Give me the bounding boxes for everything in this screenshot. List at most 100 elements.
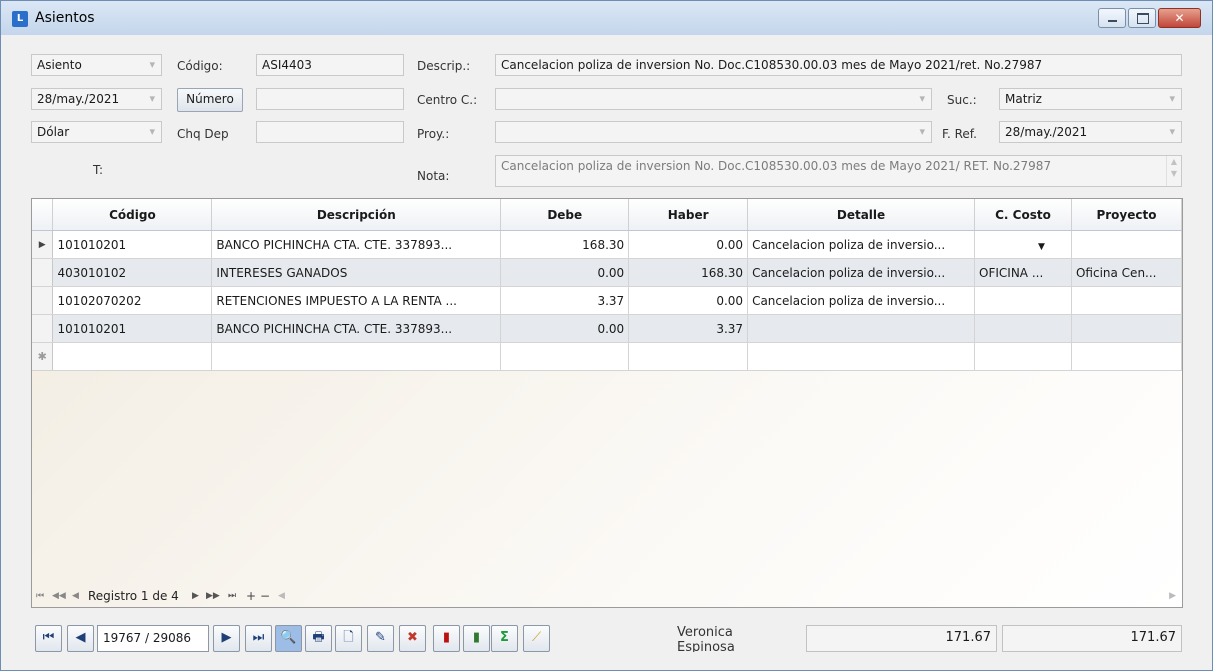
row-indicator [32, 314, 54, 343]
cell-codigo[interactable]: 403010102 [52, 258, 213, 287]
cell-descripcion[interactable]: BANCO PICHINCHA CTA. CTE. 337893... [211, 230, 502, 259]
new-cell[interactable] [1071, 342, 1182, 371]
cell-costo[interactable]: OFICINA ... [974, 258, 1072, 287]
cell-debe[interactable]: 0.00 [500, 314, 630, 343]
cell-haber[interactable]: 168.30 [628, 258, 749, 287]
col-header-descripcion[interactable]: Descripción [211, 199, 502, 231]
entries-table: Código Descripción Debe Haber Detalle C.… [32, 199, 1182, 371]
delete-icon[interactable]: ✖ [399, 625, 426, 652]
nav-next-icon[interactable]: ▶ [192, 585, 199, 607]
cell-detalle[interactable]: Cancelacion poliza de inversio... [747, 230, 976, 259]
currency-select[interactable]: Dólar [31, 121, 162, 143]
last-record-button[interactable]: ⏭ [245, 625, 272, 652]
table-row[interactable]: 403010102 INTERESES GANADOS 0.00 168.30 … [32, 258, 1182, 287]
entry-type-select[interactable]: Asiento [31, 54, 162, 76]
hscroll-left-icon[interactable]: ◀ [278, 585, 285, 607]
new-cell[interactable] [974, 342, 1072, 371]
nota-textarea[interactable]: Cancelacion poliza de inversion No. Doc.… [495, 155, 1182, 187]
total-debe: 171.67 [806, 625, 997, 652]
cell-descripcion[interactable]: RETENCIONES IMPUESTO A LA RENTA ... [211, 286, 502, 315]
cell-debe[interactable]: 168.30 [500, 230, 630, 259]
cell-detalle[interactable] [747, 314, 976, 343]
new-cell[interactable] [52, 342, 213, 371]
fref-select[interactable]: 28/may./2021 [999, 121, 1182, 143]
nav-last-icon[interactable]: ⏭ [228, 585, 236, 607]
col-header-detalle[interactable]: Detalle [747, 199, 976, 231]
cell-costo[interactable] [974, 314, 1072, 343]
cell-debe[interactable]: 0.00 [500, 258, 630, 287]
new-cell[interactable] [211, 342, 502, 371]
col-header-codigo[interactable]: Código [52, 199, 213, 231]
centro-select[interactable] [495, 88, 932, 110]
search-icon[interactable]: 🔍 [275, 625, 302, 652]
first-record-button[interactable]: ⏮ [35, 625, 62, 652]
col-header-proyecto[interactable]: Proyecto [1071, 199, 1182, 231]
chq-dep-field[interactable] [256, 121, 404, 143]
wand-icon[interactable]: ⟋ [523, 625, 550, 652]
table-row[interactable]: 101010201 BANCO PICHINCHA CTA. CTE. 3378… [32, 314, 1182, 343]
user-name: Veronica Espinosa [677, 625, 735, 652]
cell-proyecto[interactable] [1071, 286, 1182, 315]
cell-debe[interactable]: 3.37 [500, 286, 630, 315]
nav-prev-page-icon[interactable]: ◀◀ [52, 585, 66, 607]
minimize-button[interactable] [1098, 8, 1126, 28]
cell-costo[interactable] [974, 286, 1072, 315]
fref-label: F. Ref. [942, 127, 977, 141]
cell-codigo[interactable]: 101010201 [52, 230, 213, 259]
cell-codigo[interactable]: 101010201 [52, 314, 213, 343]
ledger-icon[interactable]: ▮ [463, 625, 490, 652]
table-row[interactable]: 10102070202 RETENCIONES IMPUESTO A LA RE… [32, 286, 1182, 315]
cell-proyecto[interactable] [1071, 314, 1182, 343]
print-icon[interactable]: 🖶 [305, 625, 332, 652]
cell-costo[interactable]: ▼ [974, 230, 1072, 259]
record-position-field[interactable]: 19767 / 29086 [97, 625, 209, 652]
codigo-field[interactable]: ASI4403 [256, 54, 404, 76]
col-header-debe[interactable]: Debe [500, 199, 630, 231]
cell-detalle[interactable]: Cancelacion poliza de inversio... [747, 286, 976, 315]
new-row[interactable]: ✱ [32, 342, 1182, 371]
codigo-label: Código: [177, 59, 223, 73]
maximize-button[interactable] [1128, 8, 1156, 28]
sum-icon[interactable]: Σ [491, 625, 518, 652]
cell-haber[interactable]: 0.00 [628, 230, 749, 259]
date-select[interactable]: 28/may./2021 [31, 88, 162, 110]
new-document-icon[interactable]: 🗋 [335, 625, 362, 652]
descrip-field[interactable]: Cancelacion poliza de inversion No. Doc.… [495, 54, 1182, 76]
cell-codigo[interactable]: 10102070202 [52, 286, 213, 315]
numero-field[interactable] [256, 88, 404, 110]
cell-descripcion[interactable]: INTERESES GANADOS [211, 258, 502, 287]
close-button[interactable]: ✕ [1158, 8, 1201, 28]
new-cell[interactable] [747, 342, 976, 371]
nota-text: Cancelacion poliza de inversion No. Doc.… [501, 159, 1052, 173]
book-icon[interactable]: ▮ [433, 625, 460, 652]
cell-descripcion[interactable]: BANCO PICHINCHA CTA. CTE. 337893... [211, 314, 502, 343]
table-row[interactable]: ▶ 101010201 BANCO PICHINCHA CTA. CTE. 33… [32, 230, 1182, 259]
numero-button[interactable]: Número [177, 88, 243, 112]
cell-haber[interactable]: 0.00 [628, 286, 749, 315]
col-header-haber[interactable]: Haber [628, 199, 749, 231]
next-record-button[interactable]: ▶ [213, 625, 240, 652]
proy-select[interactable] [495, 121, 932, 143]
cell-detalle[interactable]: Cancelacion poliza de inversio... [747, 258, 976, 287]
cell-haber[interactable]: 3.37 [628, 314, 749, 343]
total-haber: 171.67 [1002, 625, 1182, 652]
descrip-label: Descrip.: [417, 59, 471, 73]
hscroll-right-icon[interactable]: ▶ [1169, 585, 1176, 607]
new-cell[interactable] [500, 342, 630, 371]
costo-dropdown-icon[interactable]: ▼ [1038, 242, 1045, 252]
new-cell[interactable] [628, 342, 749, 371]
centro-label: Centro C.: [417, 93, 478, 107]
cell-proyecto[interactable]: Oficina Cen... [1071, 258, 1182, 287]
col-header-costo[interactable]: C. Costo [974, 199, 1072, 231]
nav-prev-icon[interactable]: ◀ [72, 585, 79, 607]
cell-proyecto[interactable] [1071, 230, 1182, 259]
edit-icon[interactable]: ✎ [367, 625, 394, 652]
nav-first-icon[interactable]: ⏮ [36, 585, 44, 607]
prev-record-button[interactable]: ◀ [67, 625, 94, 652]
nota-scrollbar[interactable]: ▲ ▼ [1166, 156, 1181, 186]
nav-delete-icon[interactable]: − [260, 585, 270, 607]
nav-add-icon[interactable]: + [246, 585, 256, 607]
suc-select[interactable]: Matriz [999, 88, 1182, 110]
new-row-icon: ✱ [32, 342, 54, 371]
nav-next-page-icon[interactable]: ▶▶ [206, 585, 220, 607]
